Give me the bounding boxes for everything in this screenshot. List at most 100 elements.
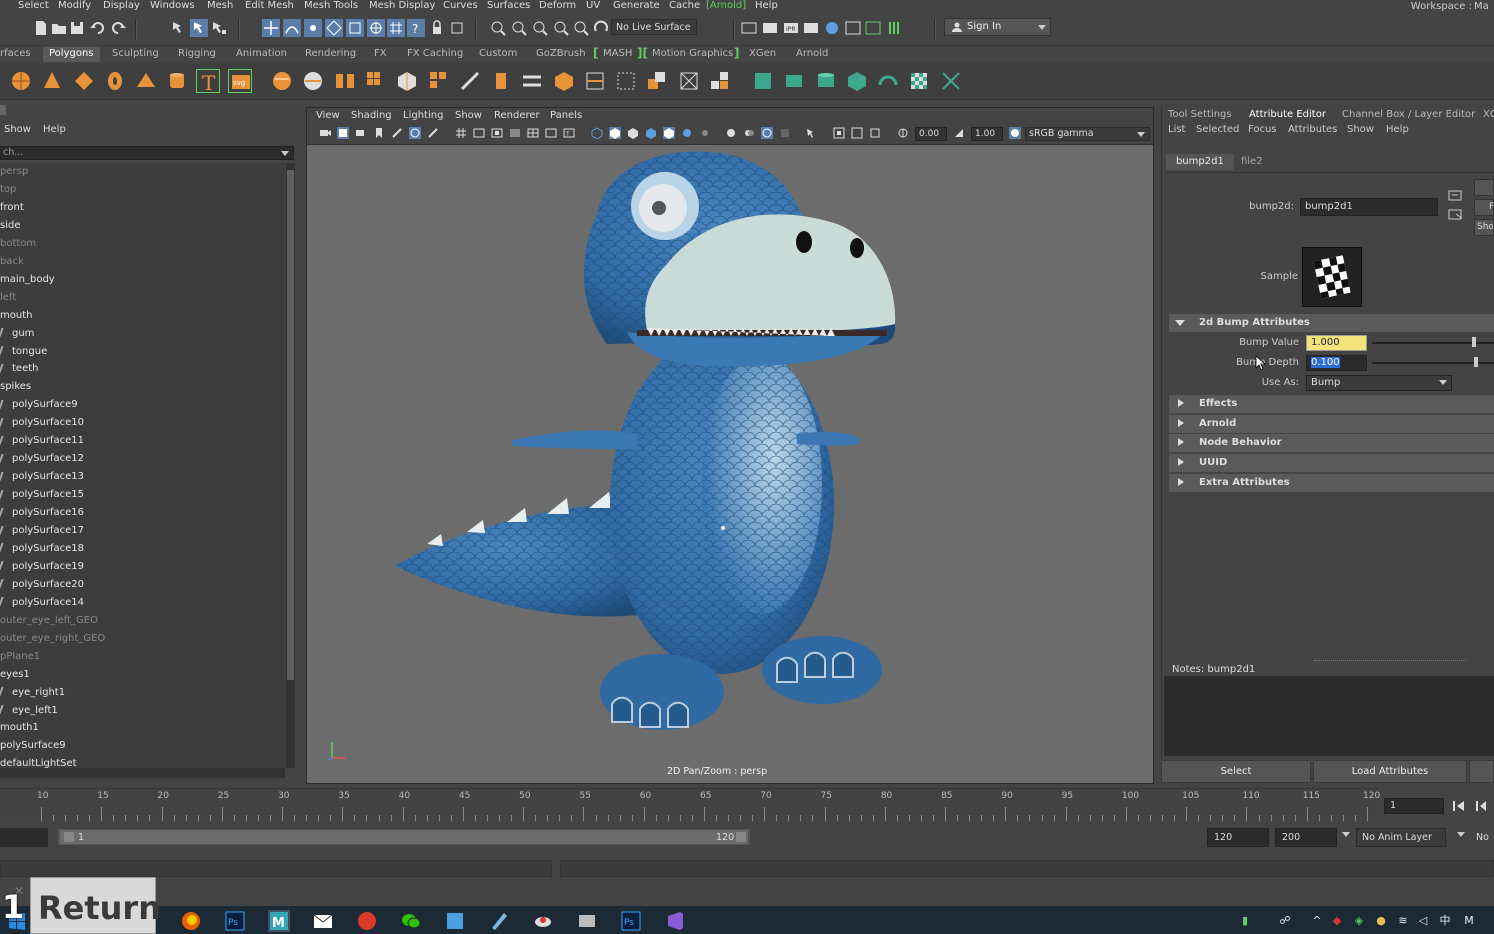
node-name-field[interactable]: bump2d1 [1300,198,1438,216]
arnold-flush-icon[interactable] [885,19,903,37]
output-connection-icon[interactable] [1448,209,1464,221]
target-weld-icon[interactable] [645,69,669,93]
lock-icon[interactable] [428,19,446,37]
volume-icon[interactable]: ◁ [1416,914,1430,928]
shelf-tab-xgen[interactable]: XGen [749,47,776,62]
workspace-value[interactable]: Ma [1474,1,1494,12]
menu-mesh[interactable]: Mesh [207,0,233,13]
outliner-menu-show[interactable]: Show [4,124,31,135]
snap-point-icon[interactable] [304,19,322,37]
wechat-icon[interactable] [400,910,422,932]
color-management-icon[interactable] [1009,127,1021,139]
smooth-shade-icon[interactable] [609,127,621,139]
tab-xgen[interactable]: XG [1483,108,1494,122]
maya-icon[interactable]: M [268,910,290,932]
range-start-handle[interactable] [64,832,74,842]
make-live-icon[interactable] [367,19,385,37]
anim-layer-dropdown[interactable]: No Anim Layer [1356,828,1446,847]
separate-icon[interactable] [301,69,325,93]
ae-menu-show[interactable]: Show [1347,124,1374,135]
outliner-item[interactable]: back [0,253,24,270]
menu-mesh-display[interactable]: Mesh Display [369,0,435,13]
network-app-icon[interactable] [444,910,466,932]
wifi-icon[interactable]: ≋ [1396,914,1410,928]
viewport-menu-shading[interactable]: Shading [351,110,392,121]
copy-tab-button[interactable] [1469,760,1494,783]
panel-grip[interactable] [0,105,6,115]
symmetry-icon[interactable]: ? [407,19,425,37]
menu-edit-mesh[interactable]: Edit Mesh [245,0,294,13]
output-ops-icon[interactable] [531,19,549,37]
photoshop-second-icon[interactable]: Ps [620,910,642,932]
chevron-down-icon[interactable] [1457,832,1465,837]
grid-icon[interactable] [455,127,467,139]
outliner-item[interactable]: polySurface18 [0,540,84,557]
menu-arnold[interactable]: [Arnold] [706,0,746,13]
shelf-tab-fx[interactable]: FX [374,47,387,62]
photoshop-icon[interactable]: Ps [224,910,246,932]
outliner-item[interactable]: polySurface10 [0,414,84,431]
color-space-dropdown[interactable]: sRGB gamma [1025,127,1150,141]
show-button[interactable]: Sho [1474,219,1494,236]
bump-depth-field[interactable]: 0.100 [1306,355,1367,371]
soft-select-icon[interactable] [448,19,466,37]
firefox-icon[interactable] [180,910,202,932]
ae-menu-focus[interactable]: Focus [1248,124,1277,135]
menu-display[interactable]: Display [103,0,140,13]
section-2d-bump-attributes[interactable]: 2d Bump Attributes [1169,314,1494,332]
outliner-item[interactable]: polySurface9 [0,737,66,754]
mail-icon[interactable] [312,910,334,932]
cut-uv-icon[interactable] [939,69,963,93]
outliner-item[interactable]: front [0,199,24,216]
arnold-render-icon[interactable] [844,19,862,37]
mirror-icon[interactable] [333,69,357,93]
wireframe-on-shaded-icon[interactable] [627,127,639,139]
menu-cache[interactable]: Cache [669,0,700,13]
menu-mesh-tools[interactable]: Mesh Tools [304,0,358,13]
select-component-icon[interactable] [210,19,228,37]
fit-button[interactable]: F [1474,199,1494,216]
frame-selected-icon[interactable] [851,127,863,139]
shelf-tab-custom[interactable]: Custom [479,47,517,62]
image-plane-icon[interactable] [391,127,403,139]
render-current-icon[interactable] [761,19,779,37]
notes-textarea[interactable] [1164,676,1494,756]
shelf-tab-fx-caching[interactable]: FX Caching [407,47,463,62]
step-back-icon[interactable] [1474,799,1488,813]
isolate-select-icon[interactable] [761,127,773,139]
notes-splitter[interactable] [1314,660,1466,662]
shelf-tab-rigging[interactable]: Rigging [178,47,216,62]
outliner-item[interactable]: top [0,181,16,198]
select-object-icon[interactable] [190,19,208,37]
outliner-item[interactable]: pPlane1 [0,648,40,665]
antivirus-tray-icon[interactable]: ◆ [1330,914,1344,928]
outliner-item[interactable]: eye_right1 [0,684,65,701]
snap-grid-icon[interactable] [262,19,280,37]
outliner-item[interactable]: bottom [0,235,36,252]
shelf-tab-animation[interactable]: Animation [236,47,287,62]
textured-icon[interactable] [645,127,657,139]
automatic-map-icon[interactable] [845,69,869,93]
shelf-tab-surfaces[interactable]: rfaces [0,47,31,62]
safe-action-icon[interactable] [545,127,557,139]
outliner-item[interactable]: mouth [0,307,32,324]
outliner-item[interactable]: polySurface11 [0,432,84,449]
quad-draw-icon[interactable] [458,69,482,93]
tab-attribute-editor[interactable]: Attribute Editor [1249,108,1326,122]
arnold-ipr-icon[interactable] [864,19,882,37]
bump-depth-slider-thumb[interactable] [1474,357,1478,367]
poly-sphere-icon[interactable] [9,69,33,93]
section-extra-attributes[interactable]: Extra Attributes [1169,474,1494,492]
safe-title-icon[interactable]: T [563,127,575,139]
select-camera-icon[interactable] [805,127,817,139]
resolution-gate-icon[interactable] [491,127,503,139]
notes-app-icon[interactable] [488,910,510,932]
current-frame-field[interactable]: 1 [1384,798,1444,814]
render-view-icon[interactable] [740,19,758,37]
battery-tray-icon[interactable]: ▮ [1238,914,1252,928]
outliner-item[interactable]: outer_eye_left_GEO [0,612,98,629]
ae-menu-attributes[interactable]: Attributes [1288,124,1337,135]
reduce-icon[interactable] [395,69,419,93]
time-slider[interactable]: 10 15 20 25 30 35 40 45 50 55 60 65 70 75 80 85 90 95 100 1… [0,788,1380,821]
outliner-item[interactable]: defaultLightSet [0,755,77,768]
